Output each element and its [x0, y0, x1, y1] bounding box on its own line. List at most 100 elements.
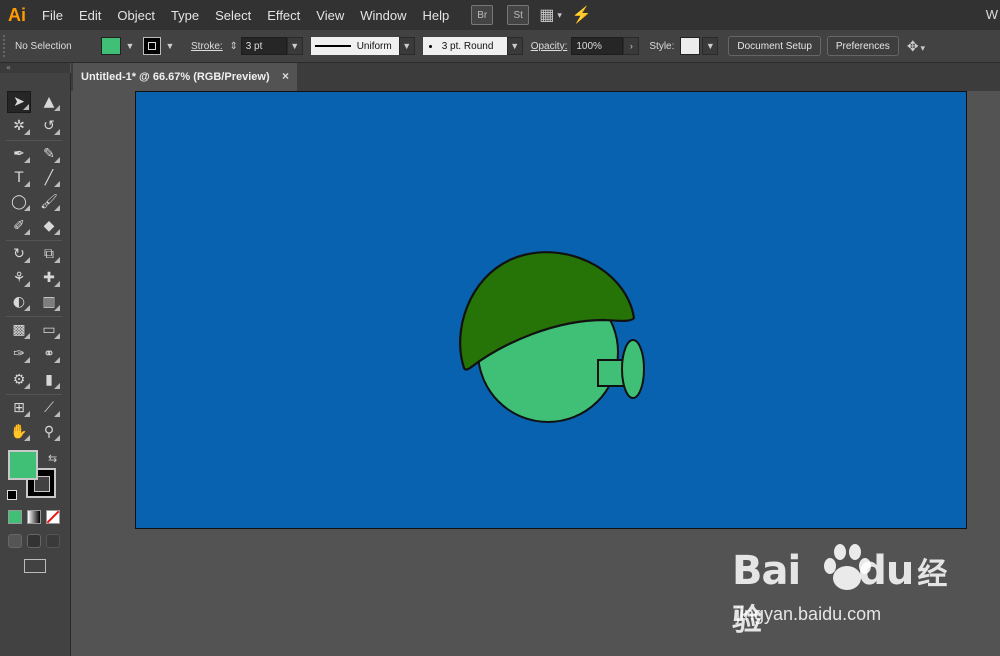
- shaper-tool-icon[interactable]: ✐: [7, 215, 31, 237]
- control-bar: No Selection ▼ ▼ Stroke: ⇕ 3 pt ▼ Unifor…: [0, 30, 1000, 63]
- color-mode-icon[interactable]: [8, 510, 22, 524]
- eyedropper-icon[interactable]: ✑: [7, 343, 31, 365]
- direct-selection-tool-icon[interactable]: ▲: [37, 91, 61, 113]
- screen-mode-icon[interactable]: [24, 559, 46, 573]
- baidu-watermark: Bai du 经验 jingyan.baidu.com: [732, 544, 952, 640]
- pen-tool-icon[interactable]: ✒: [7, 143, 31, 165]
- selection-status: No Selection: [15, 40, 72, 52]
- zoom-tool-icon[interactable]: ⚲: [37, 421, 61, 443]
- opacity-label[interactable]: Opacity:: [531, 41, 568, 52]
- artboard[interactable]: [135, 91, 967, 529]
- stroke-swatch[interactable]: [143, 37, 161, 55]
- toolbar-divider: [6, 316, 62, 317]
- slice-tool-icon[interactable]: ⟋: [37, 397, 61, 419]
- draw-behind-icon[interactable]: [27, 534, 41, 548]
- scale-tool-icon[interactable]: ⧉: [37, 243, 61, 265]
- menu-window[interactable]: Window: [352, 8, 414, 23]
- paintbrush-tool-icon[interactable]: 🖌: [37, 191, 61, 213]
- menu-type[interactable]: Type: [163, 8, 207, 23]
- profile-dropdown[interactable]: ▼: [398, 37, 415, 55]
- watermark-brand-suffix: du: [858, 548, 914, 594]
- brush-label: 3 pt. Round: [441, 40, 494, 52]
- swap-fill-stroke-icon[interactable]: ⇆: [48, 452, 57, 465]
- default-colors-icon[interactable]: [7, 490, 17, 500]
- artwork: [459, 251, 645, 423]
- stroke-label[interactable]: Stroke:: [191, 41, 223, 52]
- ellipse-tool-icon[interactable]: ◯: [7, 191, 31, 213]
- menu-file[interactable]: File: [34, 8, 71, 23]
- stock-icon[interactable]: St: [507, 5, 530, 25]
- menu-help[interactable]: Help: [414, 8, 457, 23]
- brush-definition[interactable]: 3 pt. Round: [422, 37, 507, 55]
- watermark-brand: Bai du 经验: [732, 548, 952, 640]
- gpu-performance-icon[interactable]: ⚡: [572, 6, 592, 24]
- graphic-style-swatch[interactable]: [680, 37, 701, 55]
- menu-edit[interactable]: Edit: [71, 8, 109, 23]
- app-logo: Ai: [8, 4, 26, 25]
- menu-view[interactable]: View: [308, 8, 352, 23]
- stroke-dropdown-icon[interactable]: ▼: [163, 37, 177, 55]
- eraser-tool-icon[interactable]: ◆: [37, 215, 61, 237]
- brush-dropdown[interactable]: ▼: [506, 37, 523, 55]
- panel-grip[interactable]: [3, 35, 11, 57]
- profile-label: Uniform: [356, 40, 392, 52]
- shape-builder-icon[interactable]: ◐: [7, 291, 31, 313]
- draw-normal-icon[interactable]: [8, 534, 22, 548]
- watermark-brand-prefix: Bai: [732, 548, 801, 594]
- arrange-icon[interactable]: ✥ ▾: [907, 38, 925, 55]
- arrange-documents-icon[interactable]: ▦ ▾: [539, 6, 562, 24]
- stroke-weight-input[interactable]: 3 pt: [240, 37, 287, 55]
- stroke-stepper-icon[interactable]: ⇕: [227, 37, 241, 55]
- menu-effect[interactable]: Effect: [259, 8, 308, 23]
- menu-object[interactable]: Object: [109, 8, 163, 23]
- toolbar-collapse[interactable]: «: [0, 63, 70, 73]
- width-tool-icon[interactable]: ⚘: [7, 267, 31, 289]
- symbol-sprayer-icon[interactable]: ⚙: [7, 369, 31, 391]
- document-tab-bar: Untitled-1* @ 66.67% (RGB/Preview) ×: [71, 63, 1000, 91]
- none-mode-icon[interactable]: [46, 510, 60, 524]
- profile-line-icon: [314, 45, 351, 47]
- fill-color-box[interactable]: [8, 450, 38, 480]
- blend-tool-icon[interactable]: ⚭: [37, 343, 61, 365]
- rotate-tool-icon[interactable]: ↻: [7, 243, 31, 265]
- style-label: Style:: [649, 40, 675, 52]
- menu-bar: Ai File Edit Object Type Select Effect V…: [0, 0, 1000, 30]
- curvature-tool-icon[interactable]: ✎: [37, 143, 61, 165]
- draw-inside-icon[interactable]: [46, 534, 60, 548]
- menu-select[interactable]: Select: [207, 8, 259, 23]
- stroke-weight-dropdown[interactable]: ▼: [286, 37, 303, 55]
- document-setup-button[interactable]: Document Setup: [728, 36, 821, 56]
- perspective-grid-icon[interactable]: ▥: [37, 291, 61, 313]
- document-tab-title: Untitled-1* @ 66.67% (RGB/Preview): [81, 71, 270, 83]
- watermark-url: jingyan.baidu.com: [736, 604, 882, 624]
- line-tool-icon[interactable]: ╱: [37, 167, 61, 189]
- workspace-switcher[interactable]: W: [986, 7, 998, 22]
- hand-tool-icon[interactable]: ✋: [7, 421, 31, 443]
- type-tool-icon[interactable]: T: [7, 167, 31, 189]
- selection-tool-icon[interactable]: ➤: [7, 91, 31, 113]
- puppet-warp-icon[interactable]: ✚: [37, 267, 61, 289]
- opacity-arrow[interactable]: ›: [623, 37, 640, 55]
- preferences-button[interactable]: Preferences: [826, 36, 899, 56]
- bridge-icon[interactable]: Br: [471, 5, 494, 25]
- nose-ellipse[interactable]: [621, 339, 645, 399]
- gradient-tool-icon[interactable]: ▭: [37, 319, 61, 341]
- magic-wand-icon[interactable]: ✲: [7, 115, 31, 137]
- tools-panel: ➤ ▲ ✲ ↺ ✒ ✎ T ╱ ◯ 🖌 ✐ ◆ ↻ ⧉ ⚘ ✚ ◐ ▥ ▩ ▭ …: [0, 73, 71, 656]
- fill-swatch[interactable]: [101, 37, 121, 55]
- document-tab[interactable]: Untitled-1* @ 66.67% (RGB/Preview) ×: [73, 63, 297, 91]
- close-tab-icon[interactable]: ×: [282, 69, 289, 83]
- variable-width-profile[interactable]: Uniform: [310, 37, 399, 55]
- toolbar-divider: [6, 394, 62, 395]
- toolbar-divider: [6, 140, 62, 141]
- mesh-tool-icon[interactable]: ▩: [7, 319, 31, 341]
- lasso-icon[interactable]: ↺: [37, 115, 61, 137]
- style-dropdown[interactable]: ▼: [702, 37, 719, 55]
- fill-dropdown-icon[interactable]: ▼: [123, 37, 137, 55]
- graph-tool-icon[interactable]: ▮: [37, 369, 61, 391]
- artboard-tool-icon[interactable]: ⊞: [7, 397, 31, 419]
- toolbar-divider: [6, 240, 62, 241]
- opacity-input[interactable]: 100%: [571, 37, 624, 55]
- brush-dot-icon: [428, 44, 432, 48]
- gradient-mode-icon[interactable]: [27, 510, 41, 524]
